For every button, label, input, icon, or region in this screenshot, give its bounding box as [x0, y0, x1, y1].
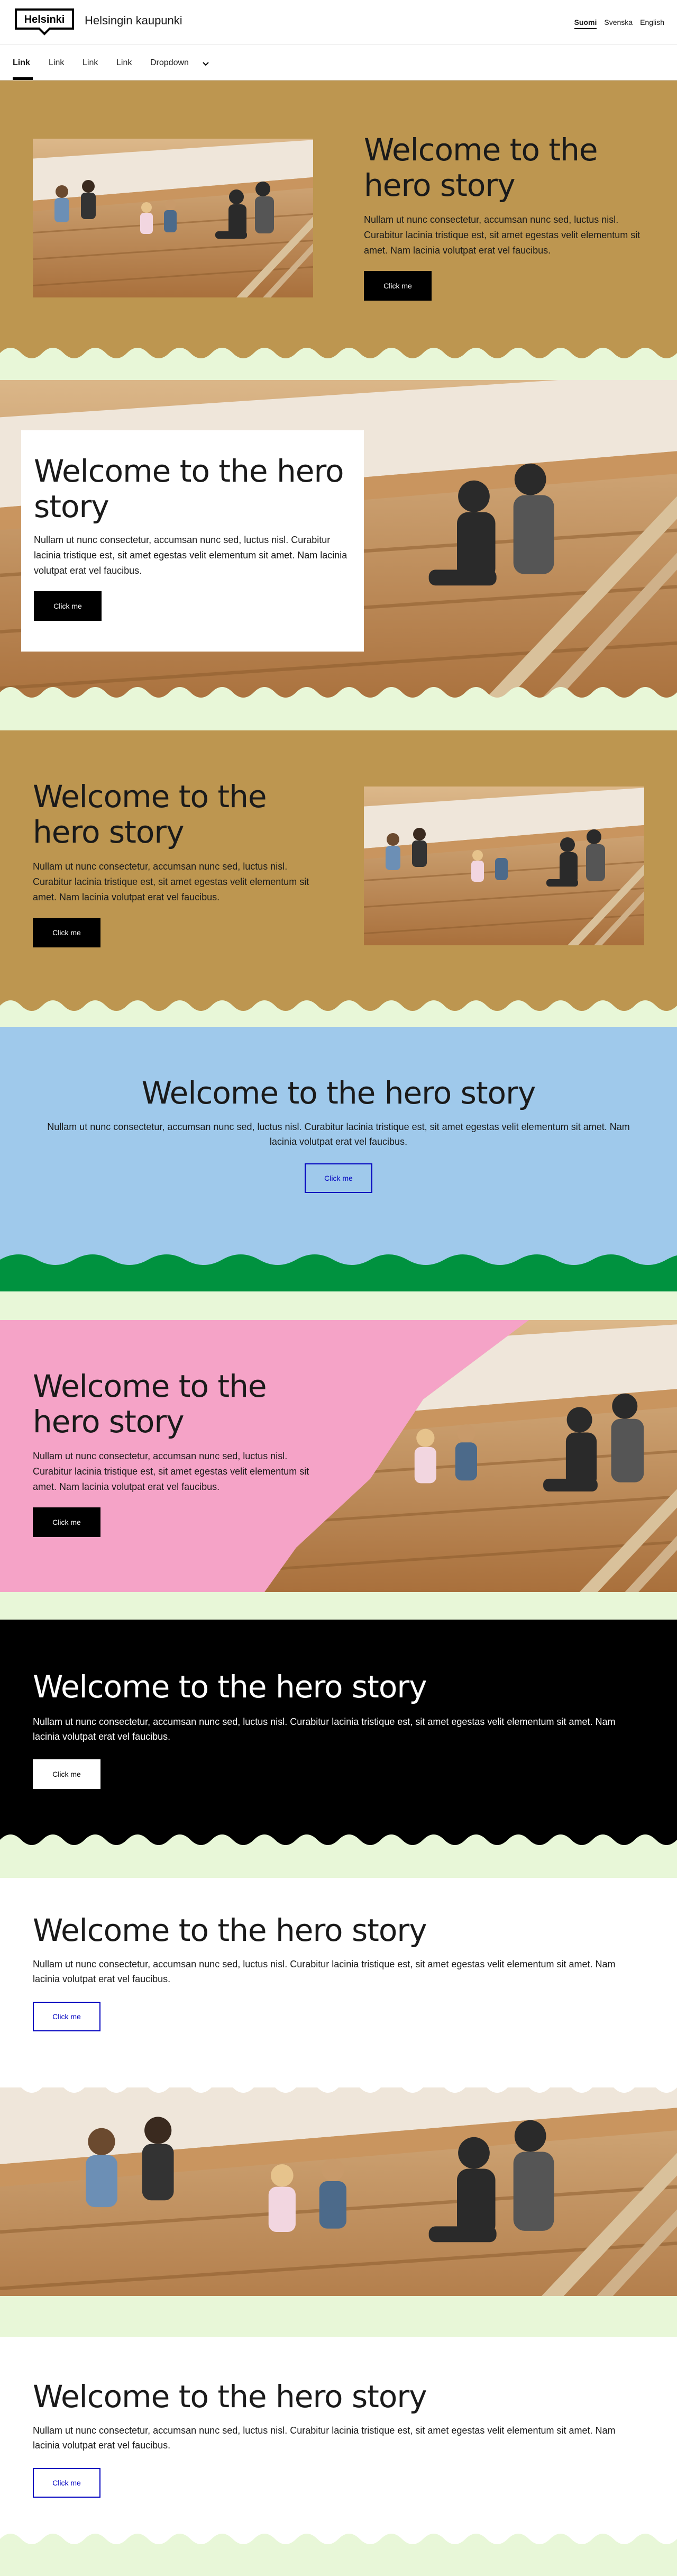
hero-title: Welcome to the hero story [33, 1912, 427, 1948]
green-band [0, 1270, 677, 1291]
hero-title: Welcome to the hero story [33, 1669, 427, 1705]
language-selector: Suomi Svenska English [574, 18, 664, 29]
lang-english[interactable]: English [640, 18, 664, 29]
logo-text: Helsinki [24, 14, 65, 25]
nav-link-2[interactable]: Link [49, 58, 64, 68]
hero-description: Nullam ut nunc consectetur, accumsan nun… [33, 861, 309, 902]
hero-description: Nullam ut nunc consectetur, accumsan nun… [33, 1451, 309, 1492]
hero-title: Welcome to the hero story [34, 453, 344, 525]
wave-divider [0, 2087, 677, 2093]
hero-cta-button[interactable]: Click me [33, 1507, 100, 1537]
hero-description: Nullam ut nunc consectetur, accumsan nun… [47, 1121, 630, 1147]
nav-link-3[interactable]: Link [83, 58, 98, 68]
nav-dropdown[interactable]: Dropdown [150, 58, 189, 68]
hero-wide-image [0, 2087, 677, 2309]
hero-dark: Welcome to the hero story Nullam ut nunc… [0, 1620, 677, 1850]
hero-title: Welcome to the hero story [141, 1075, 536, 1111]
hero-cta-button[interactable]: Click me [364, 270, 432, 301]
nav-link-1[interactable]: Link [13, 58, 30, 68]
hero-description: Nullam ut nunc consectetur, accumsan nun… [33, 2425, 616, 2451]
hero-content-box: Welcome to the hero story Nullam ut nunc… [21, 430, 364, 652]
hero-title: Welcome to the hero story [33, 779, 267, 850]
hero-cta-button[interactable]: Click me [33, 1759, 100, 1789]
lang-suomi[interactable]: Suomi [574, 18, 597, 29]
hero-white-with-image: Welcome to the hero story Nullam ut nunc… [0, 1878, 677, 2087]
hero-cta-button[interactable]: Click me [305, 1163, 372, 1194]
wave-divider [0, 348, 677, 361]
nav-active-indicator [13, 77, 33, 80]
hero-description: Nullam ut nunc consectetur, accumsan nun… [364, 214, 641, 256]
hero-white: Welcome to the hero story Nullam ut nunc… [0, 2337, 677, 2548]
hero-description: Nullam ut nunc consectetur, accumsan nun… [34, 535, 347, 576]
hero-title: Welcome to the hero story [33, 1368, 267, 1440]
hero-cta-button[interactable]: Click me [34, 591, 102, 621]
hero-description: Nullam ut nunc consectetur, accumsan nun… [33, 1958, 616, 1985]
hero-centered: Welcome to the hero story Nullam ut nunc… [0, 1027, 677, 1270]
hero-background-image: Welcome to the hero story Nullam ut nunc… [0, 380, 677, 703]
wave-divider [0, 2534, 677, 2548]
hero-cta-button[interactable]: Click me [33, 917, 100, 947]
lang-svenska[interactable]: Svenska [604, 18, 633, 29]
hero-title: Welcome to the hero story [33, 2379, 427, 2415]
hero-title: Welcome to the hero story [364, 132, 598, 203]
brand-name: Helsingin kaupunki [85, 14, 182, 27]
hero-description: Nullam ut nunc consectetur, accumsan nun… [33, 1716, 616, 1742]
helsinki-logo[interactable]: Helsinki [13, 7, 76, 36]
hero-image [33, 139, 313, 297]
nav-link-4[interactable]: Link [116, 58, 132, 68]
hero-image [0, 2087, 677, 2309]
hero-diagonal: Welcome to the hero story Nullam ut nunc… [0, 1320, 677, 1592]
wave-divider [0, 687, 677, 703]
hero-cta-button[interactable]: Click me [33, 2002, 100, 2032]
hero-image-left: Welcome to the hero story Nullam ut nunc… [0, 80, 677, 361]
chevron-down-icon[interactable] [202, 60, 209, 68]
hero-image-right: Welcome to the hero story Nullam ut nunc… [0, 730, 677, 1016]
site-header: Helsinki Helsingin kaupunki Suomi Svensk… [0, 0, 677, 44]
main-navigation: Link Link Link Link Dropdown [0, 44, 677, 80]
green-band [0, 2296, 677, 2309]
hero-cta-button[interactable]: Click me [33, 2468, 100, 2498]
hero-image [364, 787, 644, 945]
wave-divider [0, 1834, 677, 1850]
wave-divider [0, 1254, 677, 1270]
wave-divider [0, 1000, 677, 1016]
